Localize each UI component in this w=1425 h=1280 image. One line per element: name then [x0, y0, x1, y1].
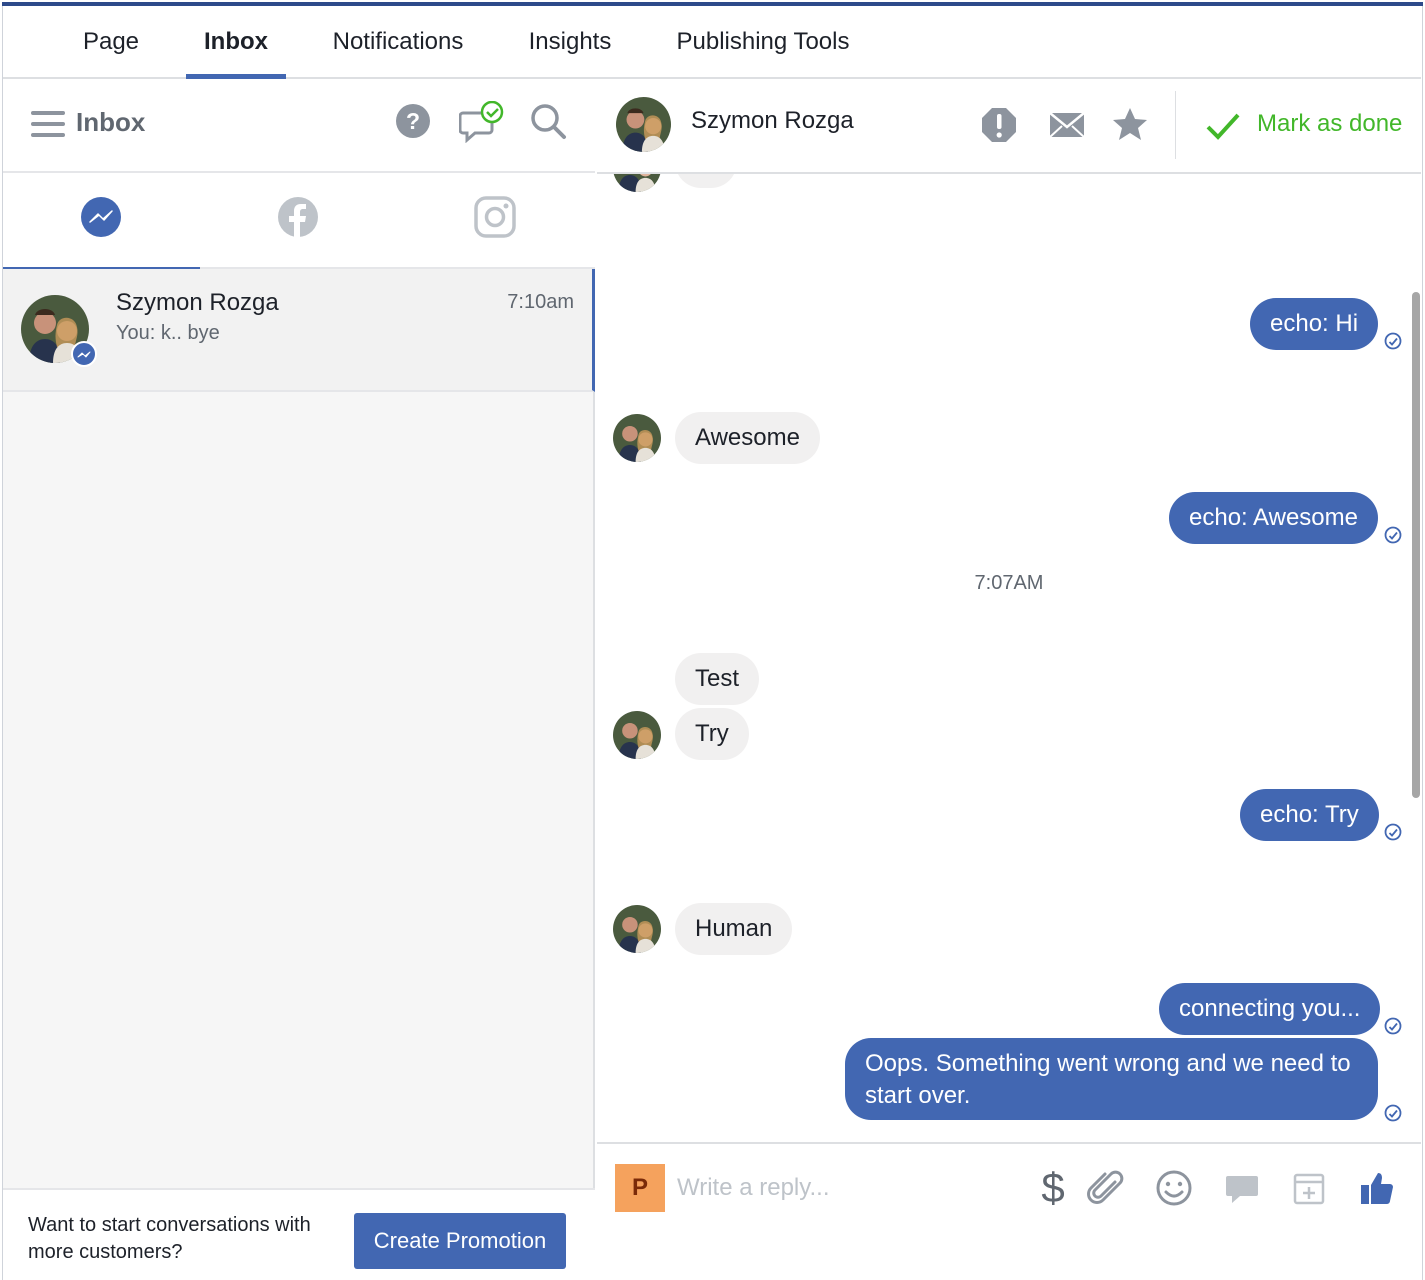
promotion-footer: Want to start conversations with more cu… — [3, 1188, 595, 1280]
messenger-badge-icon — [71, 341, 97, 367]
tab-publishing-tools[interactable]: Publishing Tools — [663, 6, 863, 77]
saved-reply-icon[interactable] — [1222, 1168, 1262, 1208]
mark-as-done-label: Mark as done — [1257, 110, 1403, 137]
channel-filter-tabs — [3, 173, 595, 271]
reply-composer: P $ — [597, 1142, 1421, 1280]
tab-page[interactable]: Page — [66, 6, 156, 77]
star-icon[interactable] — [1110, 105, 1150, 145]
thread-pane: Szymon Rozga Mark as done echo: Hi Aweso… — [597, 79, 1421, 1280]
page-avatar: P — [615, 1164, 665, 1212]
chat-check-icon[interactable] — [458, 100, 504, 144]
thumbs-up-icon[interactable] — [1357, 1168, 1397, 1208]
message-bubble-partial — [675, 174, 737, 188]
envelope-icon[interactable] — [1047, 105, 1087, 145]
message-bubble-incoming: Awesome — [675, 412, 820, 464]
contact-name: Szymon Rozga — [691, 107, 854, 134]
create-promotion-button[interactable]: Create Promotion — [354, 1213, 566, 1269]
svg-text:?: ? — [406, 108, 420, 134]
avatar — [613, 174, 661, 192]
sent-tick-icon — [1384, 1104, 1402, 1122]
inbox-header: Inbox ? — [3, 79, 595, 173]
message-thread: echo: Hi Awesome echo: Awesome 7:07AM Te… — [597, 174, 1421, 1142]
messenger-icon — [81, 197, 121, 237]
sent-tick-icon — [1384, 823, 1402, 841]
appointment-icon[interactable] — [1289, 1168, 1329, 1208]
header-divider — [1175, 91, 1176, 159]
thread-scrollbar[interactable] — [1412, 292, 1420, 798]
tab-facebook[interactable] — [200, 173, 397, 269]
avatar — [616, 97, 671, 152]
checkmark-icon — [1206, 113, 1240, 140]
inbox-title: Inbox — [76, 107, 146, 137]
spam-icon[interactable] — [979, 105, 1019, 145]
reply-input[interactable] — [677, 1170, 1007, 1206]
tab-insights[interactable]: Insights — [514, 6, 626, 77]
tab-inbox[interactable]: Inbox — [186, 6, 286, 79]
tab-messenger[interactable] — [3, 173, 200, 271]
timestamp: 7:07AM — [974, 572, 1044, 594]
sent-tick-icon — [1384, 1017, 1402, 1035]
payment-dollar-icon[interactable]: $ — [1033, 1167, 1073, 1209]
message-bubble-incoming: Test — [675, 653, 760, 705]
message-bubble-outgoing: Oops. Something went wrong and we need t… — [845, 1038, 1378, 1120]
message-bubble-outgoing: echo: Try — [1240, 789, 1379, 841]
sent-tick-icon — [1384, 332, 1402, 350]
message-bubble-incoming: Try — [675, 708, 749, 760]
facebook-icon — [278, 197, 318, 237]
emoji-icon[interactable] — [1154, 1168, 1194, 1208]
avatar — [613, 711, 661, 759]
avatar — [613, 905, 661, 953]
conversation-preview: You: k.. bye — [116, 322, 220, 344]
promo-text: Want to start conversations with more cu… — [28, 1214, 311, 1263]
conversation-item[interactable]: Szymon Rozga 7:10am You: k.. bye — [3, 269, 595, 392]
avatar — [613, 414, 661, 462]
right-border — [1422, 6, 1423, 1280]
conversation-list-pane: Inbox ? Szymon Rozga 7:10am You: k.. bye… — [3, 79, 595, 1280]
message-bubble-outgoing: echo: Hi — [1250, 298, 1379, 350]
attachment-icon[interactable] — [1085, 1168, 1125, 1208]
message-bubble-incoming: Human — [675, 903, 793, 955]
message-bubble-outgoing: connecting you... — [1159, 983, 1381, 1035]
menu-icon[interactable] — [31, 111, 65, 137]
thread-header: Szymon Rozga Mark as done — [597, 79, 1421, 174]
sent-tick-icon — [1384, 526, 1402, 544]
search-icon[interactable] — [528, 101, 568, 141]
inbox-window: Page Inbox Notifications Insights Publis… — [0, 0, 1425, 1280]
help-icon[interactable]: ? — [393, 101, 433, 141]
instagram-icon — [474, 196, 516, 238]
tab-instagram[interactable] — [397, 173, 594, 269]
conversation-name: Szymon Rozga — [116, 289, 279, 316]
tab-notifications[interactable]: Notifications — [319, 6, 477, 77]
top-nav: Page Inbox Notifications Insights Publis… — [3, 6, 1421, 79]
message-bubble-outgoing: echo: Awesome — [1169, 492, 1378, 544]
conversation-time: 7:10am — [507, 291, 574, 313]
